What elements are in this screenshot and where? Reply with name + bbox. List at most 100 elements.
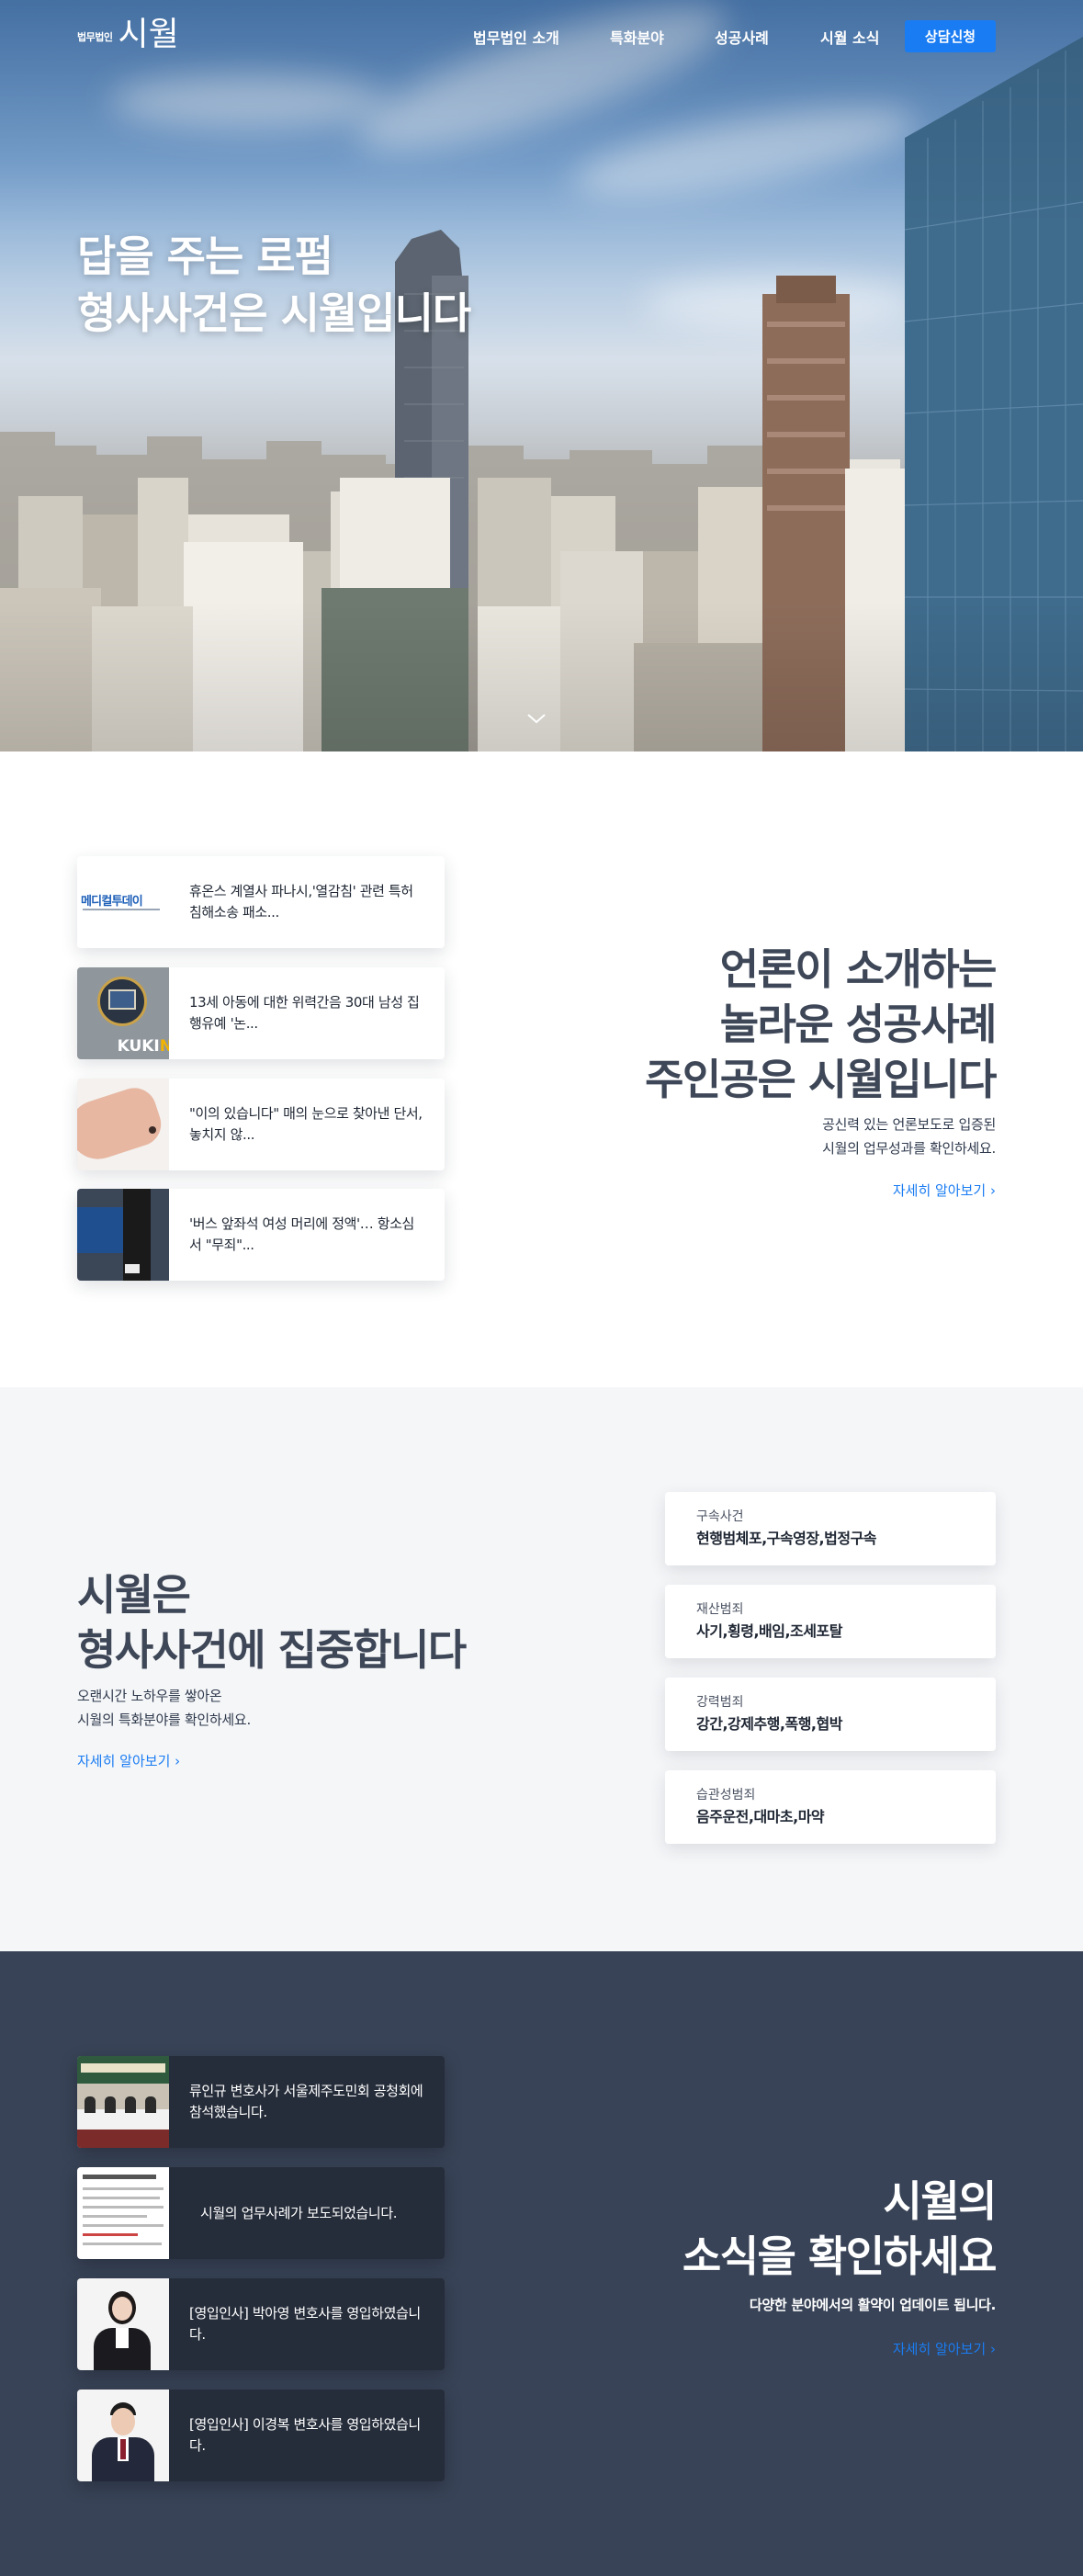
- logo[interactable]: 법무법인 시월: [77, 17, 179, 53]
- press-description: 공신력 있는 언론보도로 입증된 시월의 업무성과를 확인하세요.: [822, 1113, 996, 1160]
- focus-heading-line2: 형사사건에 집중합니다: [77, 1625, 467, 1675]
- press-heading-line1: 언론이 소개하는: [719, 944, 998, 994]
- emblem-shield: [108, 989, 136, 1010]
- logo-wordmark: 시월: [118, 16, 179, 53]
- category-card-property[interactable]: 재산범죄 사기,횡령,배임,조세포탈: [665, 1585, 996, 1658]
- news-thumbnail: [77, 2056, 169, 2148]
- news-heading-line2: 소식을 확인하세요: [682, 2231, 998, 2281]
- category-title: 강력범죄: [696, 1695, 744, 1710]
- focus-heading-line1: 시월은: [77, 1570, 191, 1620]
- text-line: [83, 2187, 164, 2190]
- news-card[interactable]: 류인규 변호사가 서울제주도민회 공청회에 참석했습니다.: [77, 2056, 445, 2148]
- medical-today-logo: 메디컬투데이: [81, 895, 143, 909]
- press-thumbnail: [77, 1079, 169, 1170]
- shirt: [116, 2328, 129, 2348]
- category-title: 습관성범죄: [696, 1788, 756, 1802]
- floor: [77, 2130, 169, 2148]
- text-line: [83, 2197, 160, 2199]
- press-desc-line2: 시월의 업무성과를 확인하세요.: [822, 1140, 996, 1157]
- focus-description: 오랜시간 노하우를 쌓아온 시월의 특화분야를 확인하세요.: [77, 1684, 251, 1732]
- press-card[interactable]: '버스 앞좌석 여성 머리에 정액'… 항소심서 "무죄"...: [77, 1189, 445, 1281]
- news-card[interactable]: [영입인사] 이경복 변호사를 영입하였습니다.: [77, 2390, 445, 2481]
- press-card[interactable]: KUKIN 13세 아동에 대한 위력간음 30대 남성 집행유예 '논...: [77, 967, 445, 1059]
- news-card[interactable]: 시월의 업무사례가 보도되었습니다.: [77, 2167, 445, 2259]
- focus-desc-line1: 오랜시간 노하우를 쌓아온: [77, 1688, 222, 1704]
- chevron-right-icon: ›: [990, 1182, 996, 1199]
- focus-desc-line2: 시월의 특화분야를 확인하세요.: [77, 1712, 251, 1728]
- news-card-title: 시월의 업무사례가 보도되었습니다.: [200, 2204, 398, 2221]
- category-title: 재산범죄: [696, 1602, 744, 1617]
- text-line: [83, 2206, 164, 2209]
- logo-subtitle: 법무법인: [77, 31, 113, 43]
- news-description: 다양한 분야에서의 활약이 업데이트 됩니다.: [749, 2297, 996, 2313]
- focus-heading: 시월은 형사사건에 집중합니다: [77, 1567, 467, 1678]
- news-section: 류인규 변호사가 서울제주도민회 공청회에 참석했습니다. 시월의 업무사례가 …: [0, 1951, 1083, 2576]
- text-line: [83, 2243, 162, 2245]
- news-thumbnail: [77, 2167, 169, 2259]
- nav-item-specialties[interactable]: 특화분야: [610, 26, 664, 48]
- category-card-habitual[interactable]: 습관성범죄 음주운전,대마초,마약: [665, 1770, 996, 1844]
- hero-title: 답을 주는 로펌 형사사건은 시월입니다: [77, 228, 471, 342]
- focus-section: 시월은 형사사건에 집중합니다 오랜시간 노하우를 쌓아온 시월의 특화분야를 …: [0, 1387, 1083, 1951]
- news-more-link[interactable]: 자세히 알아보기 ›: [893, 2339, 996, 2358]
- hand-image: [77, 1082, 167, 1167]
- text-line: [83, 2233, 138, 2236]
- person: [105, 2096, 116, 2113]
- category-items: 현행범체포,구속영장,법정구속: [696, 1530, 877, 1547]
- nav-item-success-cases[interactable]: 성공사례: [715, 26, 769, 48]
- press-card-title: "이의 있습니다" 매의 눈으로 찾아낸 단서, 놓치지 않...: [189, 1105, 423, 1143]
- kuki-news-logo: KUKIN: [117, 1037, 169, 1056]
- category-items: 음주운전,대마초,마약: [696, 1808, 825, 1825]
- category-items: 사기,횡령,배임,조세포탈: [696, 1622, 842, 1640]
- focus-more-link[interactable]: 자세히 알아보기 ›: [77, 1751, 180, 1770]
- person: [125, 2096, 136, 2113]
- news-card[interactable]: [영입인사] 박아영 변호사를 영입하였습니다.: [77, 2278, 445, 2370]
- consultation-button[interactable]: 상담신청: [905, 20, 996, 52]
- press-heading-line2: 놀라운 성공사례: [719, 1000, 998, 1049]
- text-line: [83, 2215, 147, 2218]
- tie: [120, 2439, 126, 2459]
- category-card-violent[interactable]: 강력범죄 강간,강제추행,폭행,협박: [665, 1678, 996, 1751]
- press-card[interactable]: 메디컬투데이 휴온스 계열사 파나시,'열감침' 관련 특허침해소송 패소...: [77, 856, 445, 948]
- news-thumbnail: [77, 2390, 169, 2481]
- shoe: [125, 1264, 140, 1273]
- news-heading: 시월의 소식을 확인하세요: [682, 2174, 998, 2284]
- nav-item-about[interactable]: 법무법인 소개: [473, 26, 559, 48]
- hero-title-line1: 답을 주는 로펌: [77, 232, 333, 281]
- nav-item-news[interactable]: 시월 소식: [820, 26, 879, 48]
- press-heading: 언론이 소개하는 놀라운 성공사례 주인공은 시월입니다: [645, 942, 998, 1107]
- face: [112, 2297, 132, 2321]
- news-heading-line1: 시월의: [883, 2176, 998, 2226]
- chevron-right-icon: ›: [990, 2341, 996, 2357]
- banner-text: [81, 2063, 165, 2073]
- press-more-link[interactable]: 자세히 알아보기 ›: [893, 1181, 996, 1200]
- news-thumbnail: [77, 2278, 169, 2370]
- category-title: 구속사건: [696, 1509, 744, 1524]
- press-thumbnail: 메디컬투데이: [77, 856, 169, 948]
- hero-title-line2: 형사사건은 시월입니다: [77, 288, 471, 338]
- hero-section: 법무법인 시월 법무법인 소개 특화분야 성공사례 시월 소식 상담신청 답을 …: [0, 0, 1083, 751]
- category-items: 강간,강제추행,폭행,협박: [696, 1715, 842, 1733]
- news-card-title: [영입인사] 박아영 변호사를 영입하였습니다.: [189, 2305, 421, 2343]
- press-thumbnail: [77, 1189, 169, 1281]
- text-line: [83, 2224, 164, 2227]
- face: [111, 2408, 135, 2435]
- chevron-down-icon[interactable]: [525, 707, 547, 729]
- press-card[interactable]: "이의 있습니다" 매의 눈으로 찾아낸 단서, 놓치지 않...: [77, 1079, 445, 1170]
- category-card-detention[interactable]: 구속사건 현행범체포,구속영장,법정구속: [665, 1492, 996, 1565]
- press-heading-line3: 주인공은 시월입니다: [645, 1055, 997, 1104]
- news-card-title: 류인규 변호사가 서울제주도민회 공청회에 참석했습니다.: [189, 2083, 423, 2120]
- chevron-right-icon: ›: [175, 1753, 181, 1769]
- mark-dot: [149, 1126, 156, 1134]
- text-line: [83, 2175, 156, 2179]
- press-card-title: '버스 앞좌석 여성 머리에 정액'… 항소심서 "무죄"...: [189, 1215, 414, 1253]
- press-card-title: 13세 아동에 대한 위력간음 30대 남성 집행유예 '논...: [189, 994, 420, 1032]
- top-navigation: 법무법인 시월 법무법인 소개 특화분야 성공사례 시월 소식 상담신청: [0, 0, 1083, 73]
- press-card-title: 휴온스 계열사 파나시,'열감침' 관련 특허침해소송 패소...: [189, 883, 413, 921]
- news-card-title: [영입인사] 이경복 변호사를 영입하였습니다.: [189, 2416, 421, 2454]
- person: [145, 2096, 156, 2113]
- press-thumbnail: KUKIN: [77, 967, 169, 1059]
- hero-overlay: [0, 0, 1083, 751]
- person: [85, 2096, 96, 2113]
- press-desc-line1: 공신력 있는 언론보도로 입증된: [822, 1116, 996, 1133]
